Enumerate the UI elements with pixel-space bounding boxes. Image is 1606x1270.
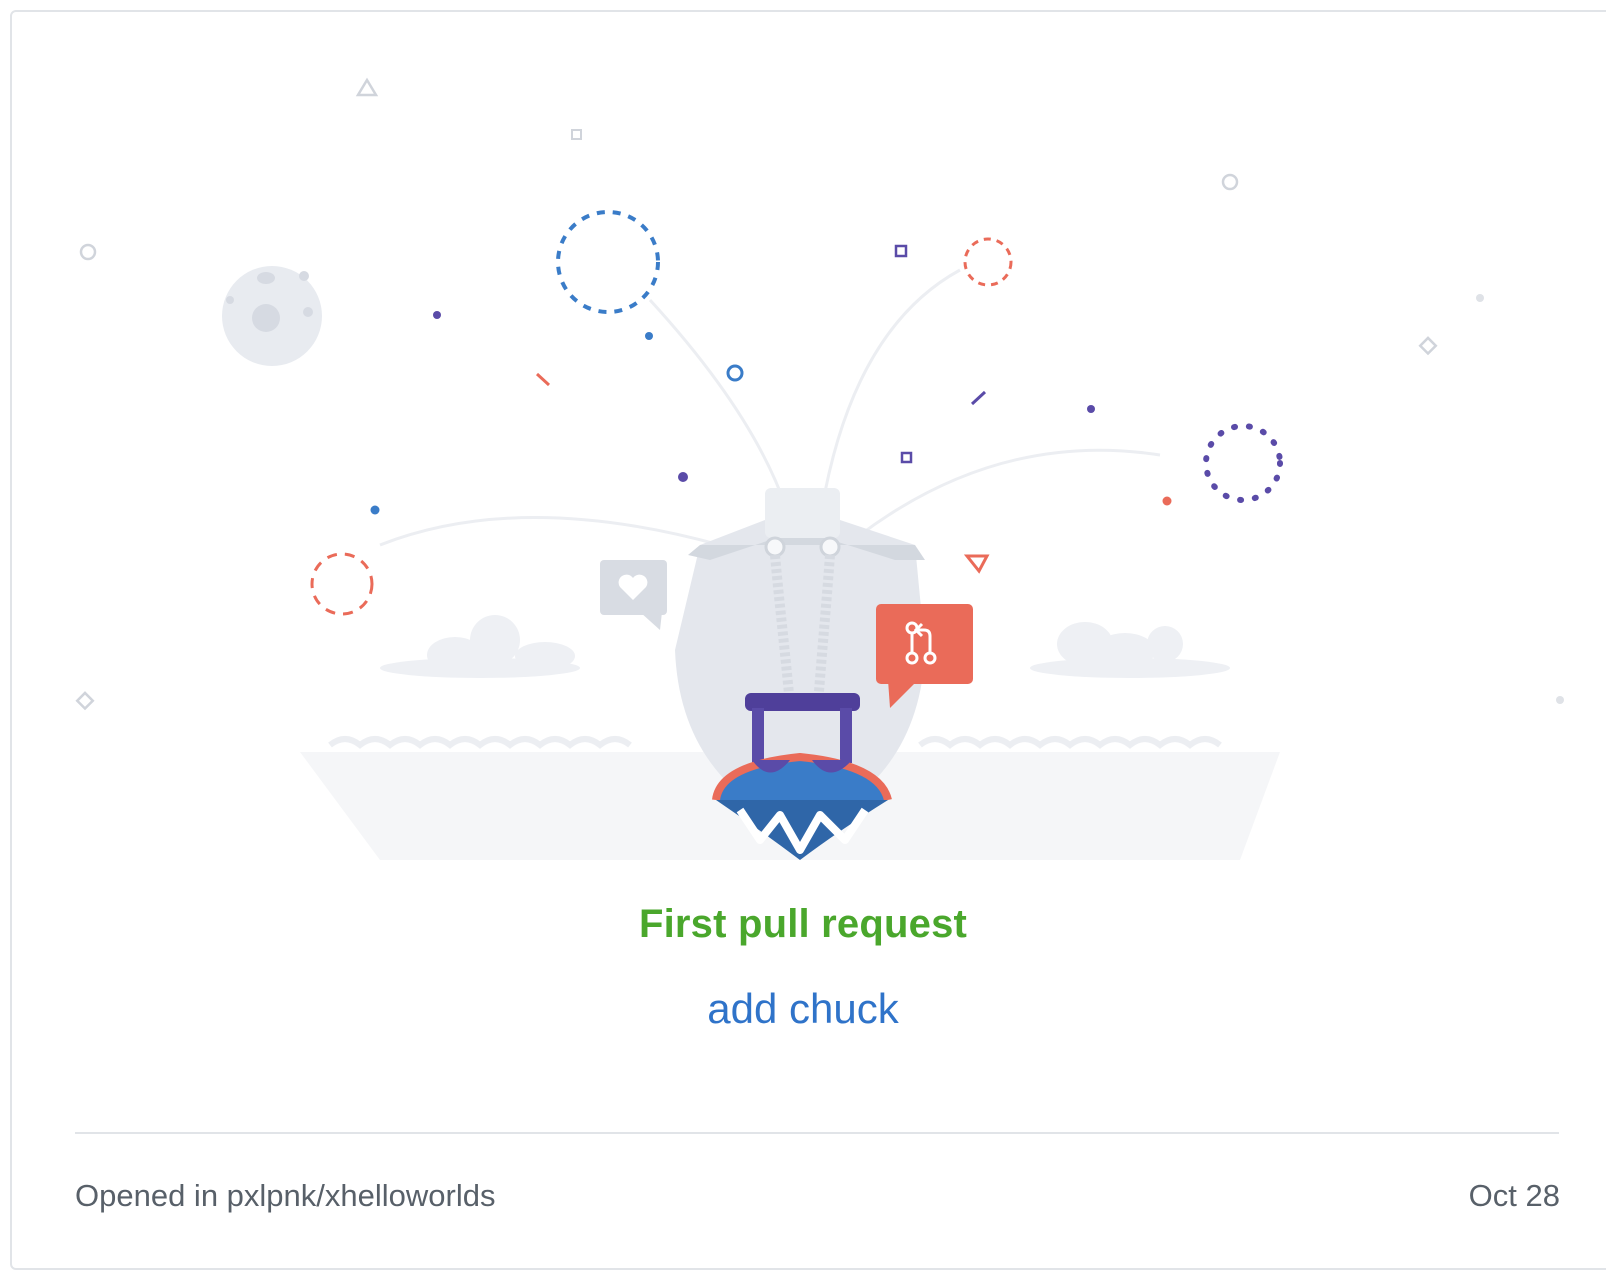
dashed-circle-red-left [310, 552, 374, 616]
moon-icon [222, 266, 322, 366]
dashed-circle-blue [556, 210, 660, 314]
pull-request-title-link[interactable]: add chuck [0, 985, 1606, 1033]
dashed-circle-red-top [963, 237, 1013, 287]
achievement-illustration [75, 77, 1564, 860]
card-divider [75, 1132, 1559, 1134]
achievement-title: First pull request [638, 902, 968, 946]
opened-in-text: Opened in pxlpnk/xhelloworlds [75, 1178, 496, 1213]
dotted-circle-purple [1203, 423, 1283, 503]
cloud-right [1030, 622, 1230, 678]
cloud-left [380, 615, 580, 678]
opened-date: Oct 28 [1468, 1178, 1560, 1213]
git-pull-request-icon [876, 604, 973, 708]
heart-speech-bubble-icon [600, 560, 667, 630]
